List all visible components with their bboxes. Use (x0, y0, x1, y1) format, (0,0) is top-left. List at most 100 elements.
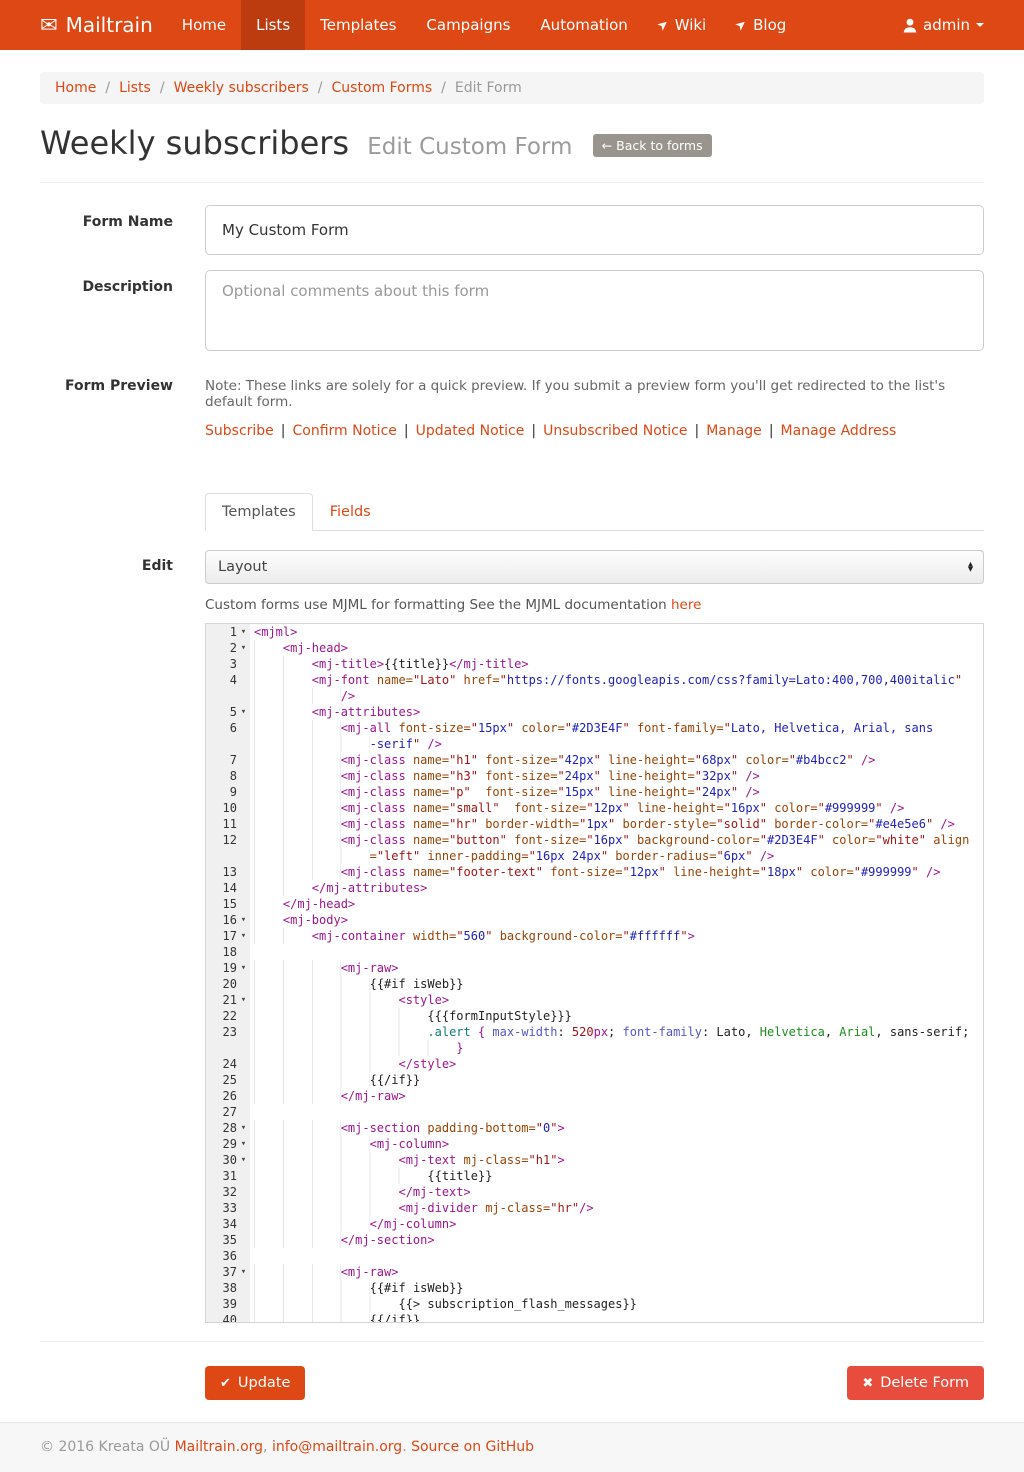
fold-icon[interactable]: ▾ (237, 992, 250, 1008)
code-text[interactable]: <mj-container width="560" background-col… (250, 928, 983, 944)
code-text[interactable]: <mj-body> (250, 912, 983, 928)
code-text[interactable]: {{title}} (250, 1168, 983, 1184)
code-text[interactable]: <mj-column> (250, 1136, 983, 1152)
code-text[interactable] (250, 944, 983, 960)
footer-link-github[interactable]: Source on GitHub (411, 1439, 534, 1455)
fold-icon[interactable]: ▾ (237, 640, 250, 656)
code-text[interactable]: <mj-head> (250, 640, 983, 656)
edit-template-select[interactable]: Layout ▲▼ (205, 550, 984, 584)
breadcrumb-link-home[interactable]: Home (55, 80, 96, 96)
gutter-cell[interactable]: 5▾ (206, 704, 250, 720)
code-text[interactable]: <mj-class name="p" font-size="15px" line… (250, 784, 983, 800)
gutter-cell[interactable]: 19▾ (206, 960, 250, 976)
code-text[interactable]: -serif" /> (250, 736, 983, 752)
description-textarea[interactable] (205, 270, 984, 351)
footer-link-email[interactable]: info@mailtrain.org (272, 1439, 402, 1455)
code-text[interactable]: </mj-attributes> (250, 880, 983, 896)
code-text[interactable]: </style> (250, 1056, 983, 1072)
fold-icon[interactable]: ▾ (237, 928, 250, 944)
code-text[interactable]: <mj-class name="button" font-size="16px"… (250, 832, 983, 848)
code-text[interactable]: } (250, 1040, 983, 1056)
gutter-cell[interactable]: 37▾ (206, 1264, 250, 1280)
gutter-cell[interactable]: 21▾ (206, 992, 250, 1008)
code-text[interactable]: <mj-class name="small" font-size="12px" … (250, 800, 983, 816)
mjml-docs-link[interactable]: here (671, 597, 701, 613)
code-text[interactable]: </mj-column> (250, 1216, 983, 1232)
fold-icon[interactable]: ▾ (237, 1152, 250, 1168)
gutter-cell[interactable]: 28▾ (206, 1120, 250, 1136)
fold-icon[interactable]: ▾ (237, 960, 250, 976)
code-text[interactable]: ="left" inner-padding="16px 24px" border… (250, 848, 983, 864)
code-text[interactable]: {{#if isWeb}} (250, 1280, 983, 1296)
nav-item-home[interactable]: Home (167, 0, 241, 50)
nav-item-blog[interactable]: ➤Blog (721, 0, 801, 50)
code-text[interactable]: <mj-all font-size="15px" color="#2D3E4F"… (250, 720, 983, 736)
code-text[interactable]: <mj-attributes> (250, 704, 983, 720)
form-name-input[interactable] (205, 205, 984, 255)
fold-icon[interactable]: ▾ (237, 624, 250, 640)
brand-link[interactable]: ✉ Mailtrain (40, 0, 153, 50)
preview-link-subscribe[interactable]: Subscribe (205, 423, 274, 439)
nav-item-templates[interactable]: Templates (305, 0, 411, 50)
code-text[interactable]: {{#if isWeb}} (250, 976, 983, 992)
code-text[interactable] (250, 1104, 983, 1120)
code-text[interactable]: <mj-divider mj-class="hr"/> (250, 1200, 983, 1216)
code-text[interactable]: /> (250, 688, 983, 704)
fold-icon[interactable]: ▾ (237, 1136, 250, 1152)
code-text[interactable]: <mj-class name="h1" font-size="42px" lin… (250, 752, 983, 768)
code-text[interactable]: {{/if}} (250, 1072, 983, 1088)
send-icon: ➤ (733, 16, 751, 35)
code-text[interactable]: <mj-raw> (250, 960, 983, 976)
breadcrumb-link-weekly-subscribers[interactable]: Weekly subscribers (174, 80, 309, 96)
code-text[interactable]: </mj-head> (250, 896, 983, 912)
code-text[interactable]: </mj-text> (250, 1184, 983, 1200)
breadcrumb-link-custom-forms[interactable]: Custom Forms (332, 80, 433, 96)
update-button[interactable]: ✔Update (205, 1366, 305, 1400)
gutter-cell[interactable]: 16▾ (206, 912, 250, 928)
code-text[interactable]: .alert { max-width: 520px; font-family: … (250, 1024, 983, 1040)
nav-item-campaigns[interactable]: Campaigns (411, 0, 525, 50)
preview-link-manage[interactable]: Manage (706, 423, 762, 439)
code-text[interactable]: <mj-text mj-class="h1"> (250, 1152, 983, 1168)
gutter-cell[interactable]: 29▾ (206, 1136, 250, 1152)
fold-icon[interactable]: ▾ (237, 1120, 250, 1136)
nav-item-automation[interactable]: Automation (525, 0, 642, 50)
code-text[interactable]: <style> (250, 992, 983, 1008)
code-line: 5▾<mj-attributes> (206, 704, 983, 720)
preview-link-unsubscribed-notice[interactable]: Unsubscribed Notice (543, 423, 687, 439)
code-text[interactable]: <mj-class name="hr" border-width="1px" b… (250, 816, 983, 832)
gutter-cell[interactable]: 17▾ (206, 928, 250, 944)
code-text[interactable]: <mj-raw> (250, 1264, 983, 1280)
user-menu[interactable]: admin (903, 0, 984, 50)
nav-item-wiki[interactable]: ➤Wiki (643, 0, 721, 50)
code-text[interactable]: <mj-section padding-bottom="0"> (250, 1120, 983, 1136)
code-text[interactable]: <mj-class name="h3" font-size="24px" lin… (250, 768, 983, 784)
fold-icon[interactable]: ▾ (237, 704, 250, 720)
breadcrumb-link-lists[interactable]: Lists (119, 80, 151, 96)
code-text[interactable]: <mjml> (250, 624, 983, 640)
code-text[interactable]: <mj-title>{{title}}</mj-title> (250, 656, 983, 672)
nav-item-lists[interactable]: Lists (241, 0, 305, 50)
gutter-cell[interactable]: 1▾ (206, 624, 250, 640)
delete-form-button[interactable]: ✖Delete Form (847, 1366, 984, 1400)
preview-link-confirm-notice[interactable]: Confirm Notice (293, 423, 397, 439)
gutter-cell[interactable]: 30▾ (206, 1152, 250, 1168)
code-text[interactable]: <mj-class name="footer-text" font-size="… (250, 864, 983, 880)
footer-link-mailtrain[interactable]: Mailtrain.org (175, 1439, 263, 1455)
tab-fields[interactable]: Fields (313, 493, 388, 531)
preview-link-manage-address[interactable]: Manage Address (781, 423, 897, 439)
code-text[interactable] (250, 1248, 983, 1264)
code-text[interactable]: {{{formInputStyle}}} (250, 1008, 983, 1024)
gutter-cell[interactable]: 2▾ (206, 640, 250, 656)
code-text[interactable]: </mj-raw> (250, 1088, 983, 1104)
code-text[interactable]: <mj-font name="Lato" href="https://fonts… (250, 672, 983, 688)
fold-icon[interactable]: ▾ (237, 912, 250, 928)
code-text[interactable]: {{/if}} (250, 1312, 983, 1323)
code-text[interactable]: </mj-section> (250, 1232, 983, 1248)
code-editor[interactable]: 1▾<mjml>2▾<mj-head>3<mj-title>{{title}}<… (205, 623, 984, 1323)
back-to-forms-button[interactable]: ←Back to forms (593, 134, 712, 157)
tab-templates[interactable]: Templates (205, 493, 313, 531)
fold-icon[interactable]: ▾ (237, 1264, 250, 1280)
code-text[interactable]: {{> subscription_flash_messages}} (250, 1296, 983, 1312)
preview-link-updated-notice[interactable]: Updated Notice (416, 423, 525, 439)
